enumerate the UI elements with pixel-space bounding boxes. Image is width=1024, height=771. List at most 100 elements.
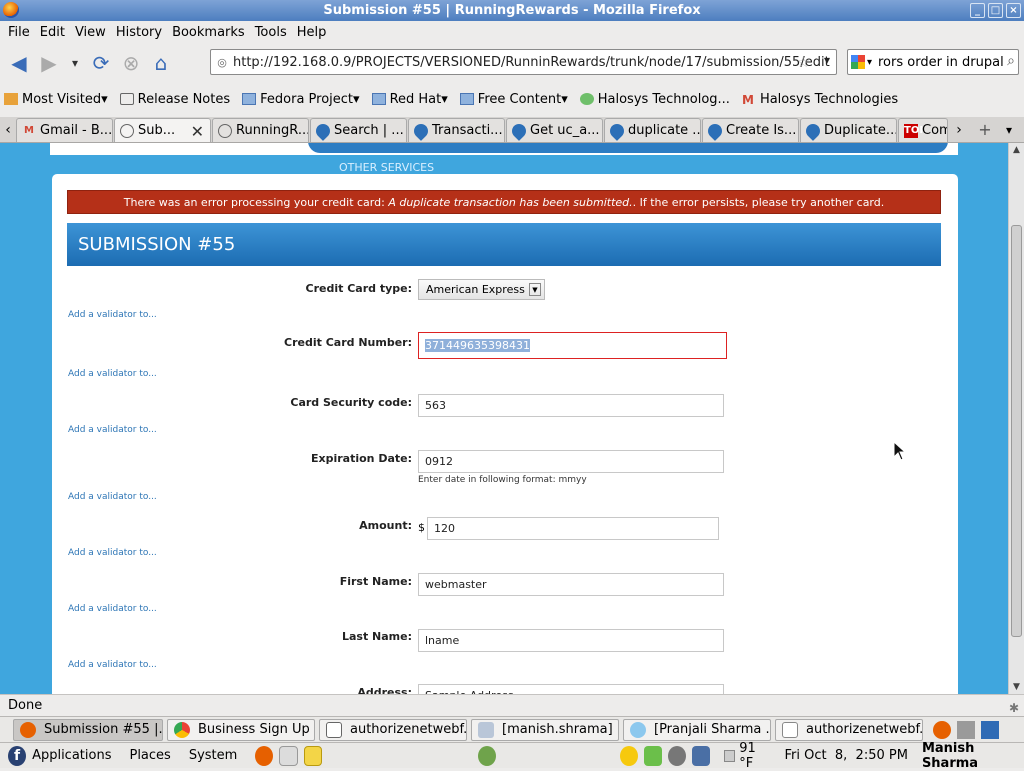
- temperature[interactable]: 91 °F: [739, 741, 770, 771]
- tab-scroll-left-button[interactable]: ‹: [0, 118, 16, 142]
- system-menu[interactable]: System: [189, 748, 237, 763]
- tab-search[interactable]: Search | ...: [310, 118, 407, 142]
- search-input[interactable]: rors order in drupal: [878, 55, 1004, 70]
- error-detail: A duplicate transaction has been submitt…: [388, 196, 633, 209]
- url-bar[interactable]: ◎ http://192.168.0.9/PROJECTS/VERSIONED/…: [210, 49, 837, 75]
- search-icon[interactable]: ⌕: [1007, 53, 1015, 69]
- applications-menu[interactable]: Applications: [32, 748, 111, 763]
- add-validator-link[interactable]: Add a validator to...: [68, 310, 157, 320]
- new-tab-button[interactable]: +: [973, 118, 997, 142]
- bookmark-free-content[interactable]: Free Content ▾: [459, 92, 568, 107]
- reload-button[interactable]: ⟳: [86, 49, 116, 77]
- page-scrollbar[interactable]: ▲ ▼: [1008, 143, 1024, 694]
- tab-get-uc[interactable]: Get uc_a...: [506, 118, 603, 142]
- volume-icon[interactable]: [668, 745, 687, 766]
- menu-help[interactable]: Help: [292, 25, 332, 40]
- folder-icon: [371, 93, 386, 105]
- bookmark-halosys-technologies[interactable]: M Halosys Technologies: [741, 92, 898, 108]
- add-validator-link[interactable]: Add a validator to...: [68, 492, 157, 502]
- stop-button[interactable]: ⊗: [116, 49, 146, 77]
- workspace-switcher[interactable]: [933, 719, 999, 741]
- forward-button[interactable]: ▶: [34, 49, 64, 77]
- task-pranjali[interactable]: [Pranjali Sharma ...: [623, 718, 771, 741]
- tab-transactions[interactable]: Transacti...: [408, 118, 505, 142]
- security-code-input[interactable]: 563: [418, 394, 724, 417]
- expiration-input[interactable]: 0912: [418, 450, 724, 473]
- list-all-tabs-button[interactable]: ▾: [997, 118, 1021, 142]
- notes-launcher-icon[interactable]: [303, 745, 322, 766]
- add-validator-link[interactable]: Add a validator to...: [68, 369, 157, 379]
- network-globe-icon[interactable]: [477, 745, 496, 766]
- drupal-icon: [509, 120, 529, 141]
- bookmark-fedora-project[interactable]: Fedora Project ▾: [242, 92, 360, 107]
- user-name[interactable]: Manish Sharma: [922, 741, 1024, 771]
- address-input[interactable]: Sample Address: [418, 684, 724, 694]
- add-validator-link[interactable]: Add a validator to...: [68, 548, 157, 558]
- clock[interactable]: Fri Oct 8, 2:50 PM: [785, 748, 908, 763]
- toi-icon: TOI: [904, 123, 924, 138]
- scroll-down-icon[interactable]: ▼: [1009, 680, 1024, 694]
- maximize-button[interactable]: □: [988, 3, 1003, 18]
- scrollbar-thumb[interactable]: [1011, 225, 1022, 637]
- menu-history[interactable]: History: [111, 25, 167, 40]
- menu-file[interactable]: File: [3, 25, 35, 40]
- cc-number-input[interactable]: 371449635398431: [418, 332, 727, 359]
- amount-input[interactable]: 120: [427, 517, 719, 540]
- task-authorizenet-2[interactable]: authorizenetwebf...: [775, 718, 923, 741]
- star-icon[interactable]: [619, 745, 638, 766]
- tab-duplicate-lower[interactable]: duplicate ...: [604, 118, 701, 142]
- scroll-up-icon[interactable]: ▲: [1009, 143, 1024, 157]
- update-icon[interactable]: [644, 745, 663, 766]
- menu-tools[interactable]: Tools: [250, 25, 292, 40]
- back-button[interactable]: ◀: [4, 49, 34, 77]
- tab-gmail[interactable]: M Gmail - B...: [16, 118, 113, 142]
- task-authorizenet-1[interactable]: authorizenetwebf...: [319, 718, 467, 741]
- gmail-icon: M: [741, 93, 754, 107]
- close-tab-icon[interactable]: ✕: [191, 122, 204, 141]
- tab-create-issue[interactable]: Create Is...: [702, 118, 799, 142]
- bookmark-red-hat[interactable]: Red Hat ▾: [371, 92, 448, 107]
- task-manish[interactable]: [manish.shrama]: [471, 718, 619, 741]
- tab-duplicate-upper[interactable]: Duplicate...: [800, 118, 897, 142]
- reload-icon: ⟳: [92, 51, 110, 75]
- weather-icon: [724, 749, 736, 762]
- nav-pill: [308, 143, 948, 153]
- search-box[interactable]: ▾ rors order in drupal ⌕: [847, 49, 1019, 75]
- task-business-signup[interactable]: Business Sign Up ...: [167, 718, 315, 741]
- places-menu[interactable]: Places: [129, 748, 170, 763]
- currency-symbol: $: [418, 521, 425, 534]
- bookmark-most-visited[interactable]: Most Visited ▾: [4, 92, 108, 107]
- tab-com[interactable]: TOICom: [898, 118, 948, 142]
- status-bar: Done ✱: [0, 694, 1024, 716]
- mail-launcher-icon[interactable]: [279, 745, 298, 766]
- folder-icon: [242, 93, 257, 105]
- add-validator-link[interactable]: Add a validator to...: [68, 604, 157, 614]
- add-validator-link[interactable]: Add a validator to...: [68, 660, 157, 670]
- other-services-link[interactable]: OTHER SERVICES: [339, 161, 434, 174]
- tab-runningrewards[interactable]: RunningR...: [212, 118, 309, 142]
- first-name-input[interactable]: webmaster: [418, 573, 724, 596]
- menu-view[interactable]: View: [70, 25, 111, 40]
- cc-type-select[interactable]: American Express ▼: [418, 279, 545, 300]
- site-identity-icon[interactable]: ◎: [211, 56, 233, 69]
- bookmark-halosys-technolog[interactable]: Halosys Technolog...: [579, 92, 730, 107]
- search-engine-icon[interactable]: ▾: [848, 55, 878, 69]
- menu-edit[interactable]: Edit: [35, 25, 70, 40]
- last-name-input[interactable]: lname: [418, 629, 724, 652]
- bookmark-release-notes[interactable]: Release Notes: [119, 92, 230, 107]
- minimize-button[interactable]: _: [970, 3, 985, 18]
- last-name-label: Last Name:: [341, 630, 412, 643]
- menu-bookmarks[interactable]: Bookmarks: [167, 25, 250, 40]
- error-message: There was an error processing your credi…: [67, 190, 941, 214]
- bookmark-star-icon[interactable]: ☆: [797, 53, 810, 71]
- firefox-launcher-icon[interactable]: [255, 745, 274, 766]
- network-icon[interactable]: [692, 745, 711, 766]
- url-dropdown-icon[interactable]: ▾: [824, 53, 830, 67]
- history-dropdown-button[interactable]: ▾: [64, 49, 86, 77]
- add-validator-link[interactable]: Add a validator to...: [68, 425, 157, 435]
- task-submission[interactable]: Submission #55 |...: [13, 718, 163, 741]
- tab-submission[interactable]: Sub... ✕: [114, 118, 211, 142]
- home-button[interactable]: ⌂: [146, 49, 176, 77]
- close-window-button[interactable]: ×: [1006, 3, 1021, 18]
- tab-scroll-right-button[interactable]: ›: [949, 118, 969, 142]
